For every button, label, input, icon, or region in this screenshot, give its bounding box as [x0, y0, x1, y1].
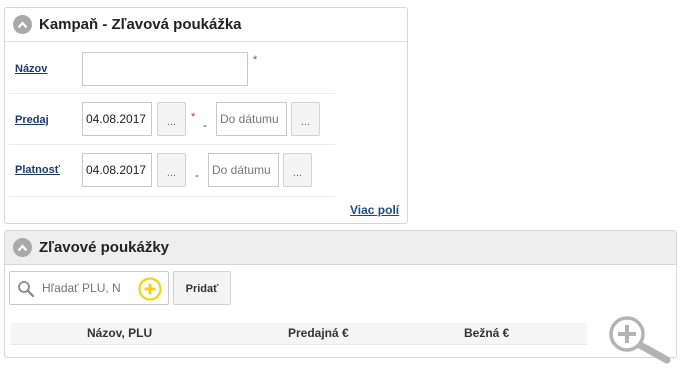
row-divider: [9, 196, 335, 197]
validity-to-date-picker-button[interactable]: ...: [283, 153, 312, 187]
column-header-regular-price[interactable]: Bežná €: [464, 322, 509, 344]
chevron-up-icon[interactable]: [13, 238, 32, 257]
campaign-panel: Kampaň - Zľavová poukážka Názov * Predaj…: [4, 7, 408, 224]
sale-from-date-picker-button[interactable]: ...: [157, 102, 186, 136]
row-divider: [9, 93, 335, 94]
campaign-panel-header[interactable]: Kampaň - Zľavová poukážka: [5, 8, 407, 42]
name-input[interactable]: [82, 52, 248, 86]
validity-label[interactable]: Platnosť: [15, 164, 60, 176]
validity-range-dash: -: [195, 168, 199, 182]
vouchers-panel-header[interactable]: Zľavové poukážky: [5, 231, 676, 265]
row-divider: [9, 144, 335, 145]
sale-from-input[interactable]: [82, 102, 152, 136]
sale-label[interactable]: Predaj: [15, 114, 49, 126]
chevron-up-icon[interactable]: [13, 15, 32, 34]
plus-circle-icon[interactable]: [138, 277, 162, 304]
sale-to-input[interactable]: [216, 102, 287, 136]
name-required-mark: *: [253, 54, 258, 66]
validity-from-date-picker-button[interactable]: ...: [157, 153, 186, 187]
vouchers-panel-title: Zľavové poukážky: [39, 239, 169, 256]
sale-required-mark: *: [191, 111, 196, 123]
zoom-in-icon[interactable]: [606, 314, 674, 367]
campaign-panel-title: Kampaň - Zľavová poukážka: [39, 16, 242, 33]
sale-to-date-picker-button[interactable]: ...: [291, 102, 320, 136]
more-fields-link[interactable]: Viac polí: [350, 203, 399, 217]
search-field[interactable]: [9, 271, 169, 305]
validity-from-input[interactable]: [82, 153, 152, 187]
validity-to-input[interactable]: [208, 153, 279, 187]
search-input[interactable]: [42, 277, 136, 299]
sale-range-dash: -: [203, 118, 207, 132]
column-header-name-plu[interactable]: Názov, PLU: [87, 322, 152, 344]
column-header-sale-price[interactable]: Predajná €: [288, 322, 349, 344]
add-voucher-button[interactable]: Pridať: [173, 271, 231, 305]
name-label[interactable]: Názov: [15, 63, 47, 75]
search-icon: [17, 280, 35, 301]
